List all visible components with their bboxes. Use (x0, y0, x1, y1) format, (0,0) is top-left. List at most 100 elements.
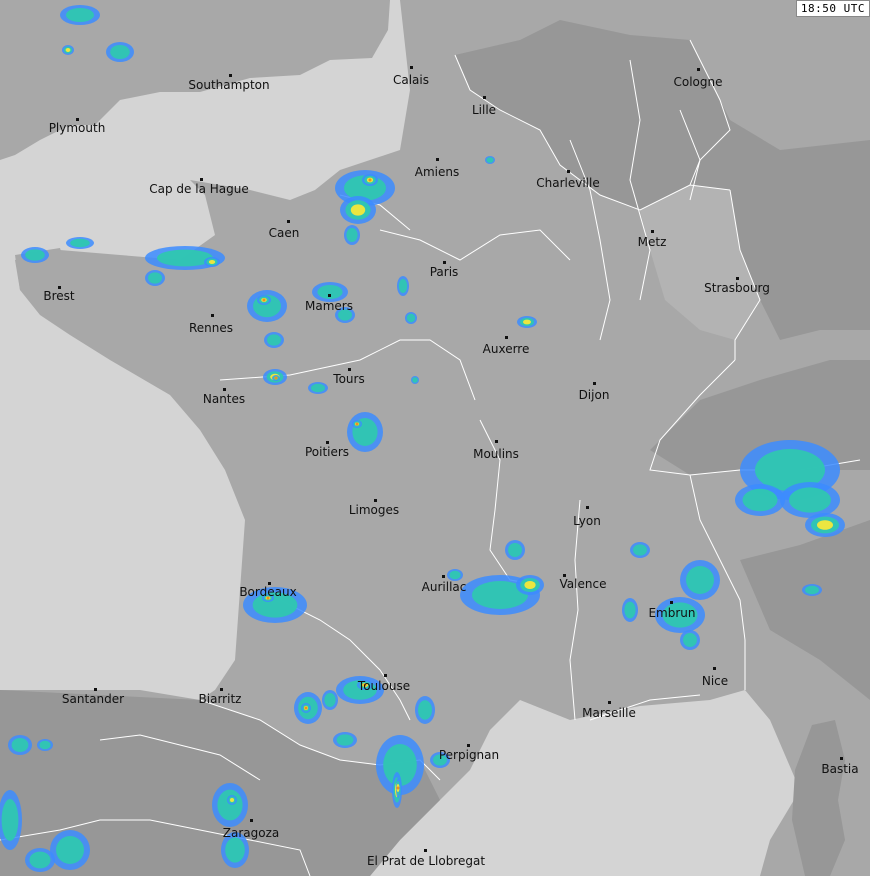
city-label-auxerre: Auxerre (482, 342, 530, 356)
precipitation-cell (66, 8, 94, 22)
city-label-biarritz: Biarritz (198, 692, 242, 706)
precipitation-cell (368, 178, 372, 182)
city-dot (250, 819, 253, 822)
city-dot (220, 688, 223, 691)
city-dot (348, 368, 351, 371)
precipitation-cell (508, 543, 522, 557)
precipitation-cell (262, 298, 266, 302)
precipitation-cell (346, 228, 358, 242)
basemap (0, 0, 870, 876)
precipitation-cell (110, 45, 130, 59)
precipitation-cell (29, 851, 51, 869)
precipitation-cell (148, 272, 162, 284)
city-dot (495, 440, 498, 443)
city-dot (467, 744, 470, 747)
city-dot (697, 68, 700, 71)
city-label-marseille: Marseille (582, 706, 636, 720)
precipitation-cell (267, 334, 281, 346)
city-label-aurillac: Aurillac (421, 580, 467, 594)
city-label-perpignan: Perpignan (438, 748, 500, 762)
precipitation-cell (1, 799, 19, 841)
city-label-poitiers: Poitiers (304, 445, 350, 459)
city-dot (586, 506, 589, 509)
precipitation-cell (324, 693, 336, 707)
city-dot (505, 336, 508, 339)
city-dot (223, 388, 226, 391)
precipitation-cell (11, 738, 29, 752)
city-label-nice: Nice (701, 674, 729, 688)
precipitation-cell (486, 157, 494, 163)
city-label-cologne: Cologne (673, 75, 723, 89)
city-dot (200, 178, 203, 181)
city-dot (328, 294, 331, 297)
city-label-southampton: Southampton (188, 78, 270, 92)
city-label-lille: Lille (471, 103, 497, 117)
precipitation-cell (311, 383, 325, 393)
city-label-nantes: Nantes (202, 392, 246, 406)
city-label-dijon: Dijon (578, 388, 610, 402)
precipitation-cell (624, 601, 636, 619)
precipitation-cell (789, 487, 831, 513)
precipitation-cell (350, 204, 366, 216)
city-label-lyon: Lyon (573, 514, 601, 528)
precipitation-cell (418, 700, 432, 720)
precipitation-cell (56, 836, 84, 864)
precipitation-cell (225, 837, 245, 863)
precipitation-cell (686, 566, 714, 594)
city-dot (713, 667, 716, 670)
city-label-zaragoza: Zaragoza (222, 826, 280, 840)
precipitation-cell (633, 544, 647, 556)
precipitation-cell (524, 581, 536, 589)
precipitation-cell (70, 238, 90, 248)
city-dot (670, 601, 673, 604)
radar-map[interactable]: 18:50 UTC Southampton Calais Cologne Lil… (0, 0, 870, 876)
city-label-mamers: Mamers (305, 299, 353, 313)
city-dot (567, 170, 570, 173)
precipitation-cell (406, 313, 416, 323)
precipitation-cell (39, 740, 51, 750)
city-label-paris: Paris (429, 265, 459, 279)
city-label-rennes: Rennes (188, 321, 234, 335)
city-dot (326, 441, 329, 444)
precipitation-cell (683, 633, 697, 647)
city-dot (410, 66, 413, 69)
timestamp-label: 18:50 UTC (795, 0, 870, 17)
city-dot (384, 674, 387, 677)
city-label-embrun: Embrun (648, 606, 696, 620)
precipitation-cell (355, 422, 359, 426)
city-label-amiens: Amiens (414, 165, 460, 179)
city-dot (593, 382, 596, 385)
city-label-metz: Metz (637, 235, 667, 249)
precipitation-cell (805, 585, 819, 595)
precipitation-cell (304, 706, 308, 710)
precipitation-cell (412, 377, 418, 383)
city-dot (442, 575, 445, 578)
city-label-limoges: Limoges (348, 503, 400, 517)
city-label-bastia: Bastia (821, 762, 859, 776)
city-label-moulins: Moulins (473, 447, 519, 461)
precipitation-cell (398, 279, 408, 293)
city-dot (94, 688, 97, 691)
city-label-plymouth: Plymouth (48, 121, 106, 135)
city-label-calais: Calais (392, 73, 430, 87)
city-dot (424, 849, 427, 852)
precipitation-cell (523, 319, 531, 325)
city-label-santander: Santander (61, 692, 125, 706)
precipitation-cell (230, 798, 234, 802)
city-dot (736, 277, 739, 280)
precipitation-cell (208, 260, 216, 264)
city-dot (483, 96, 486, 99)
precipitation-cell (817, 520, 833, 530)
city-dot (211, 314, 214, 317)
city-dot (840, 757, 843, 760)
city-label-valence: Valence (559, 577, 607, 591)
city-dot (287, 220, 290, 223)
precipitation-cell (396, 786, 400, 790)
city-dot (374, 499, 377, 502)
precipitation-cell (742, 488, 778, 512)
precipitation-cell (25, 249, 45, 261)
city-dot (229, 74, 232, 77)
precipitation-cell (65, 48, 71, 52)
city-dot (608, 701, 611, 704)
city-label-toulouse: Toulouse (357, 679, 411, 693)
